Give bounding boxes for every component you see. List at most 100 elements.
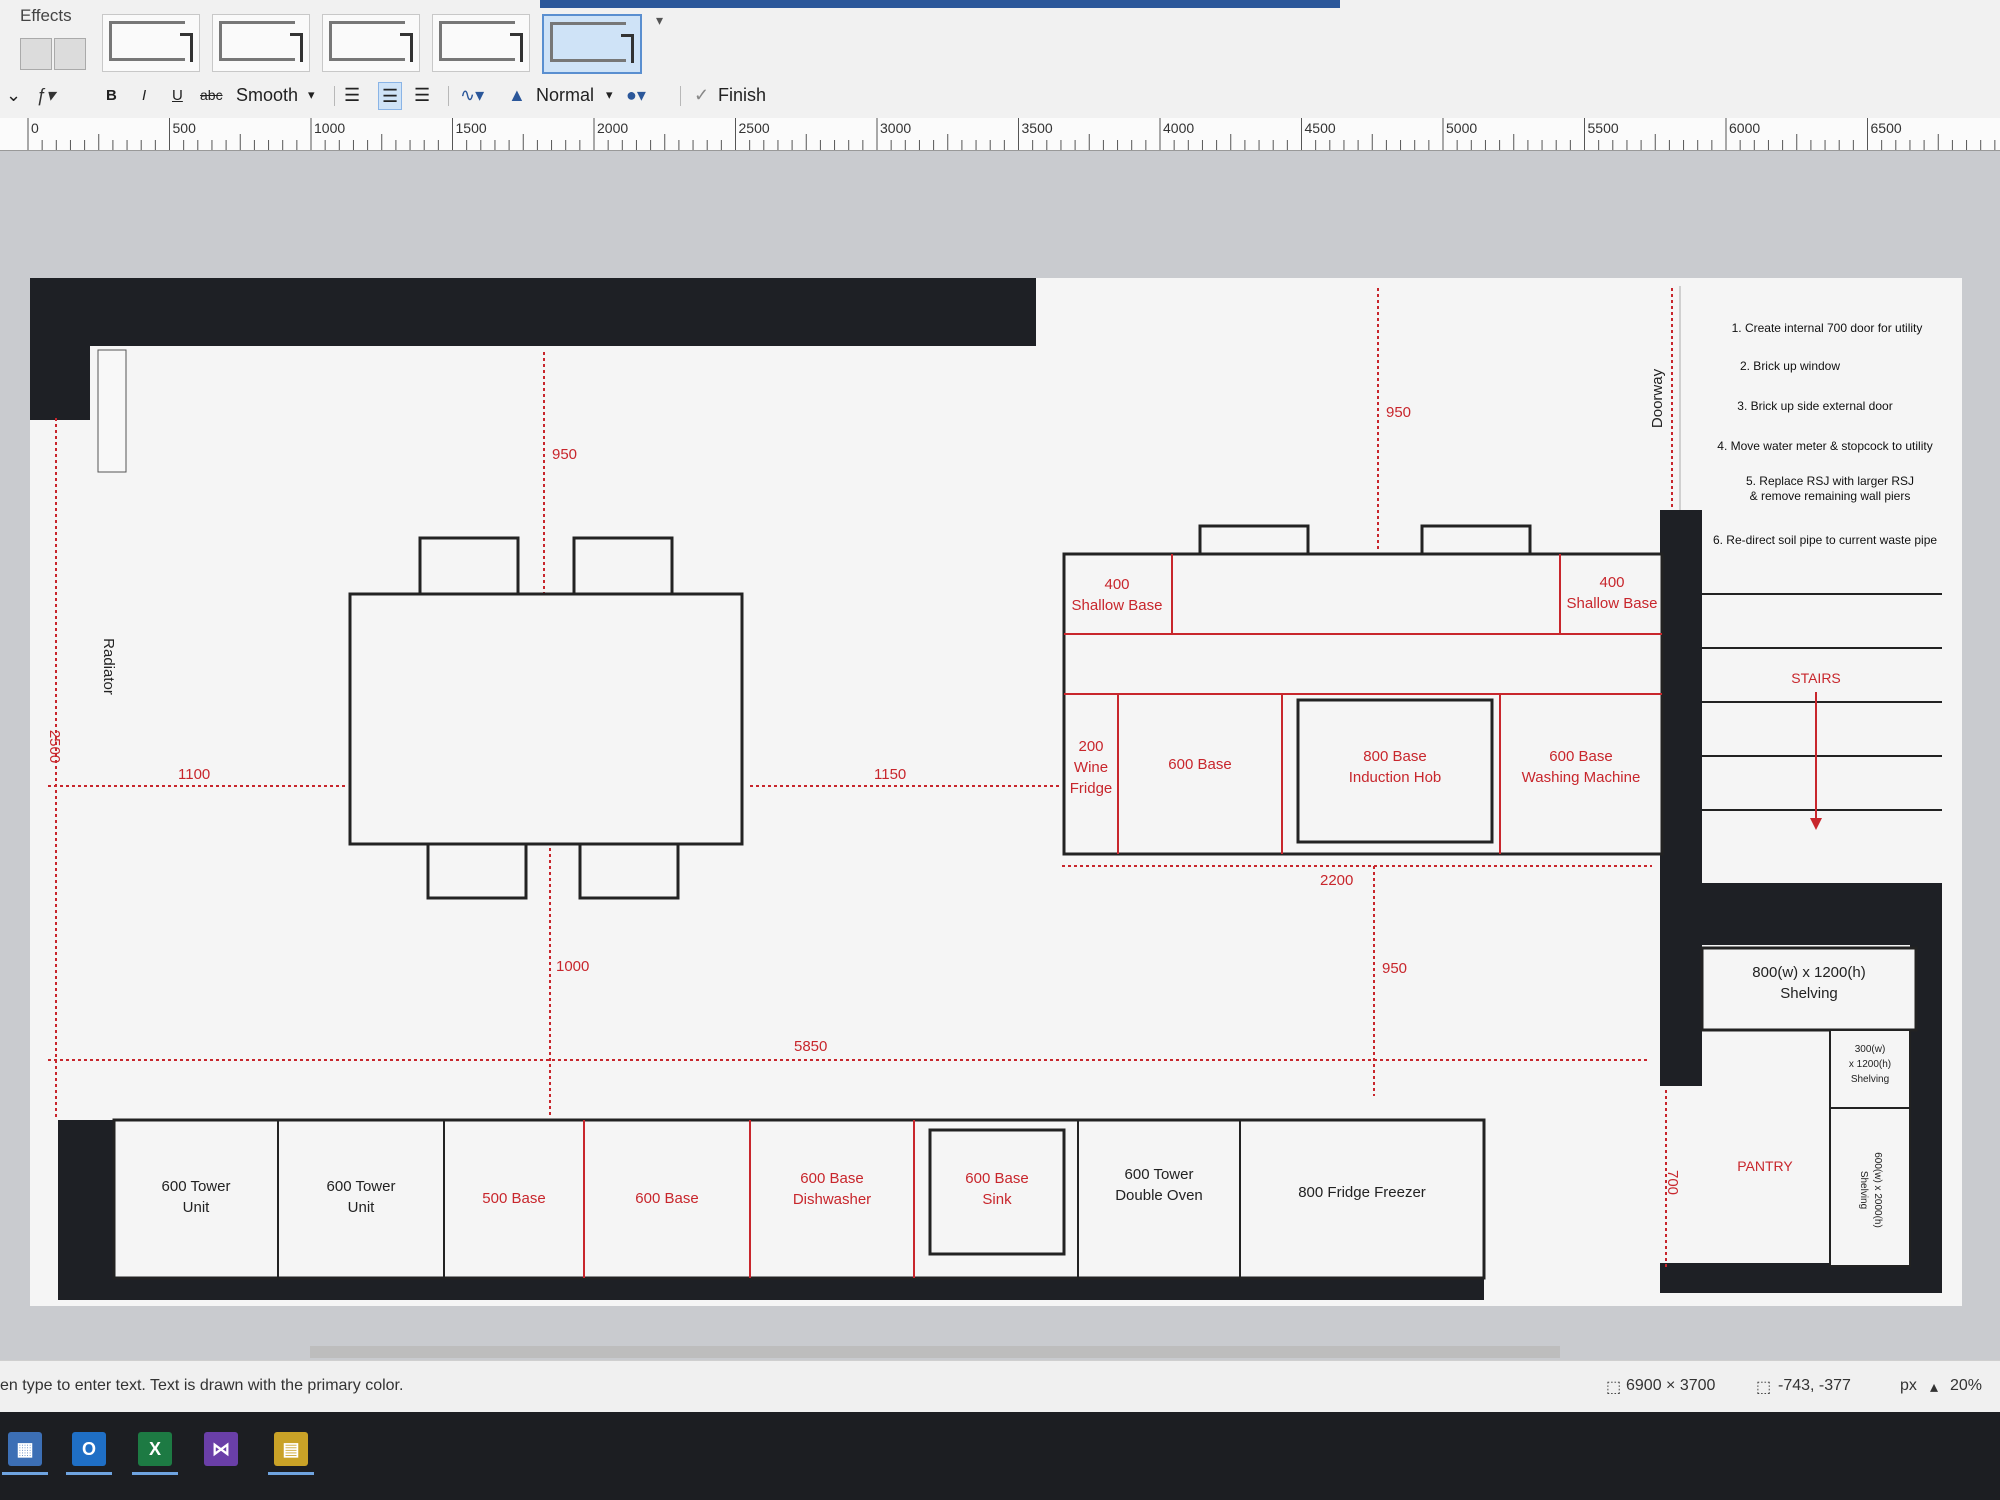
shelving-800x1200: 800(w) x 1200(h) Shelving xyxy=(1752,964,1866,1002)
shelving-300x1200: 300(w) x 1200(h) Shelving xyxy=(1848,1044,1892,1085)
collapse-chevron-icon[interactable]: ⌄ xyxy=(6,82,21,108)
back-dishwasher: 600 Base Dishwasher xyxy=(792,1170,872,1208)
text-smoothing-select[interactable]: Smooth xyxy=(236,82,298,108)
horizontal-scrollbar[interactable] xyxy=(310,1346,1560,1358)
note-4: 4. Move water meter & stopcock to utilit… xyxy=(1717,439,1933,453)
note-2: 2. Brick up window xyxy=(1739,359,1841,373)
fill-mode-icon[interactable]: ▲ xyxy=(508,82,526,108)
ruler-label: 6500 xyxy=(1870,120,1902,136)
effect-thumb-3[interactable] xyxy=(322,14,420,72)
fill-mode-select[interactable]: Normal xyxy=(536,82,594,108)
text-smoothing-caret-icon[interactable]: ▾ xyxy=(308,82,315,108)
finish-button[interactable]: Finish xyxy=(718,82,766,108)
align-right-icon[interactable]: ☰ xyxy=(414,82,430,108)
fill-mode-caret-icon[interactable]: ▾ xyxy=(606,82,613,108)
back-double-oven: 600 Tower Double Oven xyxy=(1115,1166,1203,1204)
ruler-label: 500 xyxy=(172,120,196,136)
dim-950-right: 950 xyxy=(1382,960,1408,977)
excel-icon[interactable]: X xyxy=(138,1432,172,1466)
ruler-toggle-button[interactable] xyxy=(54,38,86,70)
shelving-600x2000: 600(w) x 2000(h) Shelving xyxy=(1858,1152,1883,1228)
ruler-label: 2000 xyxy=(597,120,629,136)
plan-labels: Radiator Doorway 950 950 950 2500 1100 1… xyxy=(30,278,1962,1306)
strikethrough-button[interactable]: abc xyxy=(200,82,223,108)
status-hint: en type to enter text. Text is drawn wit… xyxy=(0,1377,404,1394)
ruler-label: 0 xyxy=(31,120,39,136)
zoom-caret-icon[interactable]: ▴ xyxy=(1930,1377,1938,1397)
bold-button[interactable]: B xyxy=(106,82,117,108)
align-left-icon[interactable]: ☰ xyxy=(344,82,360,108)
note-1: 1. Create internal 700 door for utility xyxy=(1731,321,1923,335)
paint-app-icon[interactable]: ▦ xyxy=(8,1432,42,1466)
back-fridge-freezer: 800 Fridge Freezer xyxy=(1298,1184,1426,1201)
ruler-label: 6000 xyxy=(1729,120,1761,136)
dim-2500: 2500 xyxy=(46,729,64,764)
ruler-label: 3500 xyxy=(1021,120,1053,136)
outlook-icon[interactable]: O xyxy=(72,1432,106,1466)
zoom-level[interactable]: 20% xyxy=(1950,1377,1982,1395)
shape-icon[interactable]: ●▾ xyxy=(626,82,646,108)
status-bar: en type to enter text. Text is drawn wit… xyxy=(0,1360,2000,1413)
ruler-ticks xyxy=(27,118,1996,150)
checkmark-icon: ✓ xyxy=(694,84,710,105)
ruler-label: 4500 xyxy=(1304,120,1336,136)
note-6: 6. Re-direct soil pipe to current waste … xyxy=(1712,533,1938,547)
back-sink: 600 Base Sink xyxy=(965,1170,1029,1208)
island-shallow-base-left: 400 Shallow Base xyxy=(1071,576,1163,614)
ruler-label: 3000 xyxy=(880,120,912,136)
visual-studio-icon[interactable]: ⋈ xyxy=(204,1432,238,1466)
ribbon: Effects ▾ ⌄ ƒ▾ B I U abc Smooth ▾ ☰ ☰ ☰ … xyxy=(0,0,2000,129)
note-3: 3. Brick up side external door xyxy=(1737,399,1893,413)
ruler-label: 5000 xyxy=(1446,120,1478,136)
grid-toggle-button[interactable] xyxy=(20,38,52,70)
note-5: 5. Replace RSJ with larger RSJ & remove … xyxy=(1745,474,1915,503)
taskbar: ▦ O X ⋈ ▤ xyxy=(0,1412,2000,1500)
ruler-label: 4000 xyxy=(1163,120,1195,136)
align-center-icon[interactable]: ☰ xyxy=(378,82,403,110)
italic-button[interactable]: I xyxy=(142,82,146,108)
horizontal-ruler: 0 500 1000 1500 2000 2500 3000 3500 4000 4500 5000… xyxy=(0,118,2000,151)
file-explorer-icon[interactable]: ▤ xyxy=(274,1432,308,1466)
effect-thumb-4[interactable] xyxy=(432,14,530,72)
island-wine-fridge: 200 Wine Fridge xyxy=(1069,738,1113,797)
app-window: Effects ▾ ⌄ ƒ▾ B I U abc Smooth ▾ ☰ ☰ ☰ … xyxy=(0,0,2000,1413)
back-600-base: 600 Base xyxy=(635,1190,699,1207)
ruler-label: 1500 xyxy=(455,120,487,136)
ruler-label: 5500 xyxy=(1587,120,1619,136)
effects-label: Effects xyxy=(20,6,72,25)
island-washing-machine: 600 Base Washing Machine xyxy=(1521,748,1641,786)
gallery-expand-icon[interactable]: ▾ xyxy=(656,12,663,29)
back-500-base: 500 Base xyxy=(482,1190,546,1207)
brush-icon[interactable]: ∿▾ xyxy=(460,82,484,108)
dim-700: 700 xyxy=(1664,1169,1682,1196)
underline-button[interactable]: U xyxy=(172,82,183,108)
dim-5850: 5850 xyxy=(794,1038,828,1055)
canvas-size-readout: 6900 × 3700 xyxy=(1626,1377,1716,1394)
effect-thumb-1[interactable] xyxy=(102,14,200,72)
dim-1150: 1150 xyxy=(874,766,907,783)
dim-950-left: 950 xyxy=(552,446,578,463)
pantry-label: PANTRY xyxy=(1737,1158,1793,1174)
radiator-label: Radiator xyxy=(99,638,117,695)
island-shallow-base-right: 400 Shallow Base xyxy=(1566,574,1658,612)
dim-1000: 1000 xyxy=(556,958,590,975)
dim-2200: 2200 xyxy=(1320,872,1354,889)
ribbon-accent-bar xyxy=(540,0,1340,8)
canvas-size-icon: ⬚ xyxy=(1606,1379,1622,1396)
back-600-tower-unit-1: 600 Tower Unit xyxy=(161,1178,231,1216)
effect-thumb-2[interactable] xyxy=(212,14,310,72)
back-600-tower-unit-2: 600 Tower Unit xyxy=(326,1178,396,1216)
effect-thumb-5-selected[interactable] xyxy=(542,14,642,74)
island-induction-hob: 800 Base Induction Hob xyxy=(1348,748,1442,786)
font-icon[interactable]: ƒ▾ xyxy=(36,82,55,108)
dim-1100: 1100 xyxy=(178,766,211,783)
island-600-base: 600 Base xyxy=(1168,756,1232,773)
cursor-position-readout: -743, -377 xyxy=(1778,1377,1851,1394)
stairs-label: STAIRS xyxy=(1791,670,1841,686)
dim-950-top: 950 xyxy=(1386,404,1412,421)
ruler-label: 1000 xyxy=(314,120,346,136)
ruler-label: 2500 xyxy=(738,120,770,136)
doorway-label: Doorway xyxy=(1649,368,1667,429)
unit-select[interactable]: px xyxy=(1900,1377,1917,1395)
cursor-position-icon: ⬚ xyxy=(1756,1379,1772,1396)
